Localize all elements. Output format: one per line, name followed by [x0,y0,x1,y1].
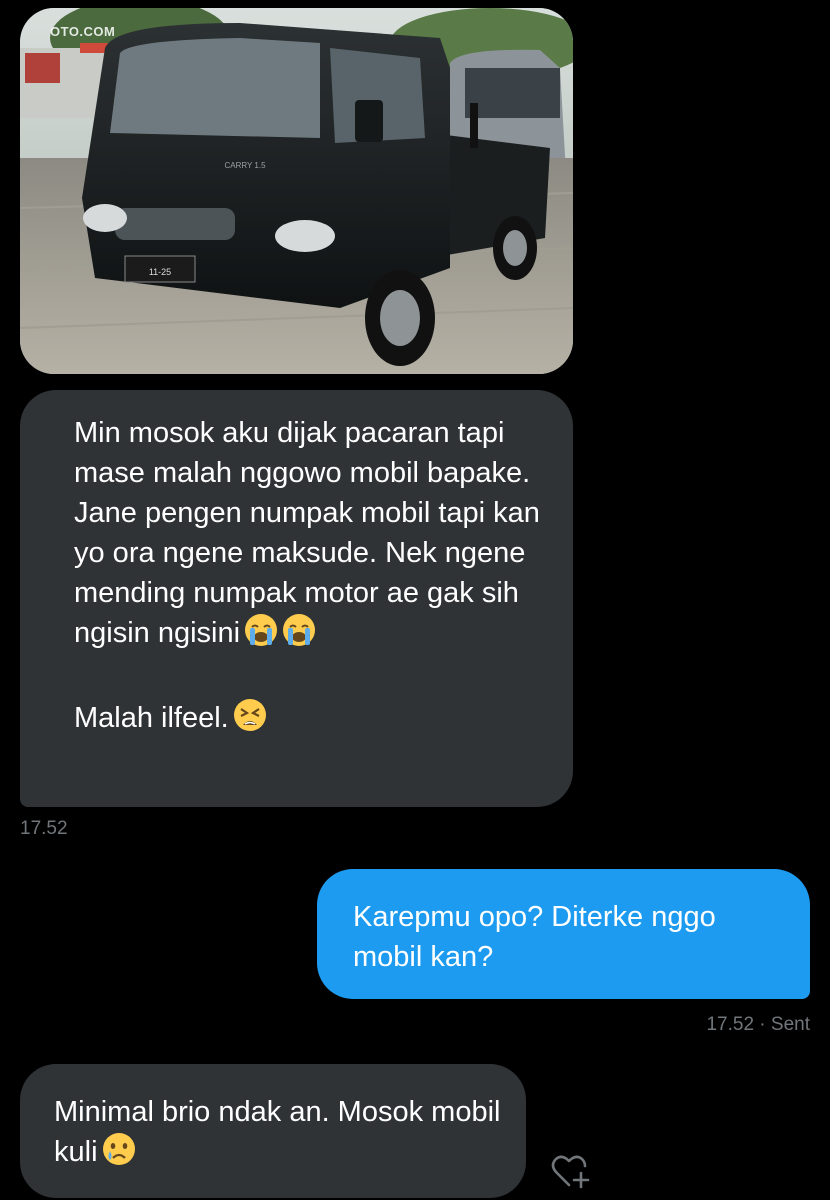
pickup-truck-photo: 11-25 CARRY 1.5 [20,8,573,374]
sent-message-bubble[interactable]: Karepmu opo? Diterke nggo mobil kan? [317,869,810,999]
message-timestamp: 17.52 [20,818,68,839]
message-text: Minimal brio ndak an. Mosok mobil kuli [54,1092,506,1177]
message-text: Min mosok aku dijak pacaran tapi mase ma… [74,413,553,658]
received-message-bubble[interactable]: Min mosok aku dijak pacaran tapi mase ma… [20,390,573,807]
heart-plus-icon[interactable] [550,1151,592,1191]
tired-face-icon [233,698,267,743]
received-message-bubble[interactable]: Minimal brio ndak an. Mosok mobil kuli [20,1064,526,1198]
received-image-message[interactable]: 11-25 CARRY 1.5 OTO.COM [20,8,573,374]
message-timestamp: 17.52 [706,1014,755,1035]
plate-text: 11-25 [149,267,171,277]
sent-message-meta: 17.52 · Sent [706,1014,810,1036]
message-text: Karepmu opo? Diterke nggo mobil kan? [353,901,716,973]
message-status: · Sent [754,1014,810,1035]
message-text: Malah ilfeel. [74,698,553,743]
crying-face-icon [102,1132,136,1177]
badge-text: CARRY 1.5 [224,161,266,170]
loudly-crying-face-icon [244,613,278,658]
image-watermark: OTO.COM [50,24,116,39]
dm-conversation: 11-25 CARRY 1.5 OTO.COM Min mosok aku di… [0,0,830,1200]
loudly-crying-face-icon [282,613,316,658]
